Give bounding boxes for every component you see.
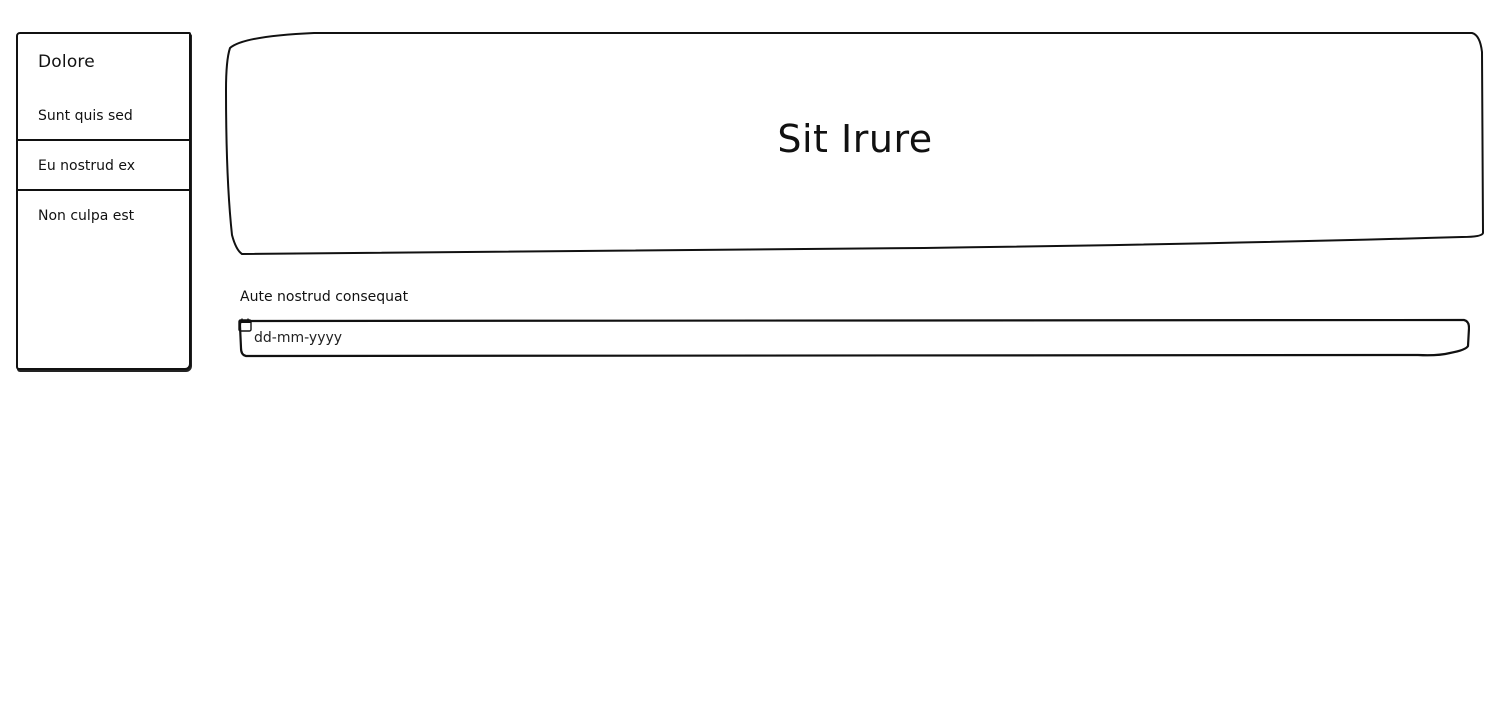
hero-banner: Sit Irure <box>224 30 1486 256</box>
date-field-frame <box>238 318 1470 358</box>
sidebar-item-non-culpa-est[interactable]: Non culpa est <box>18 191 189 241</box>
calendar-icon[interactable] <box>238 318 252 332</box>
page-title: Sit Irure <box>777 117 933 161</box>
date-field-label: Aute nostrud consequat <box>240 289 409 305</box>
sidebar: Dolore Sunt quis sed Eu nostrud ex Non c… <box>16 32 191 370</box>
sidebar-title: Dolore <box>38 52 95 72</box>
sidebar-item-eu-nostrud-ex[interactable]: Eu nostrud ex <box>18 141 189 191</box>
page: Dolore Sunt quis sed Eu nostrud ex Non c… <box>0 0 1500 720</box>
date-field[interactable]: dd-mm-yyyy <box>238 318 1470 358</box>
sidebar-item-sunt-quis-sed[interactable]: Sunt quis sed <box>18 91 189 141</box>
date-input[interactable]: dd-mm-yyyy <box>254 318 342 358</box>
